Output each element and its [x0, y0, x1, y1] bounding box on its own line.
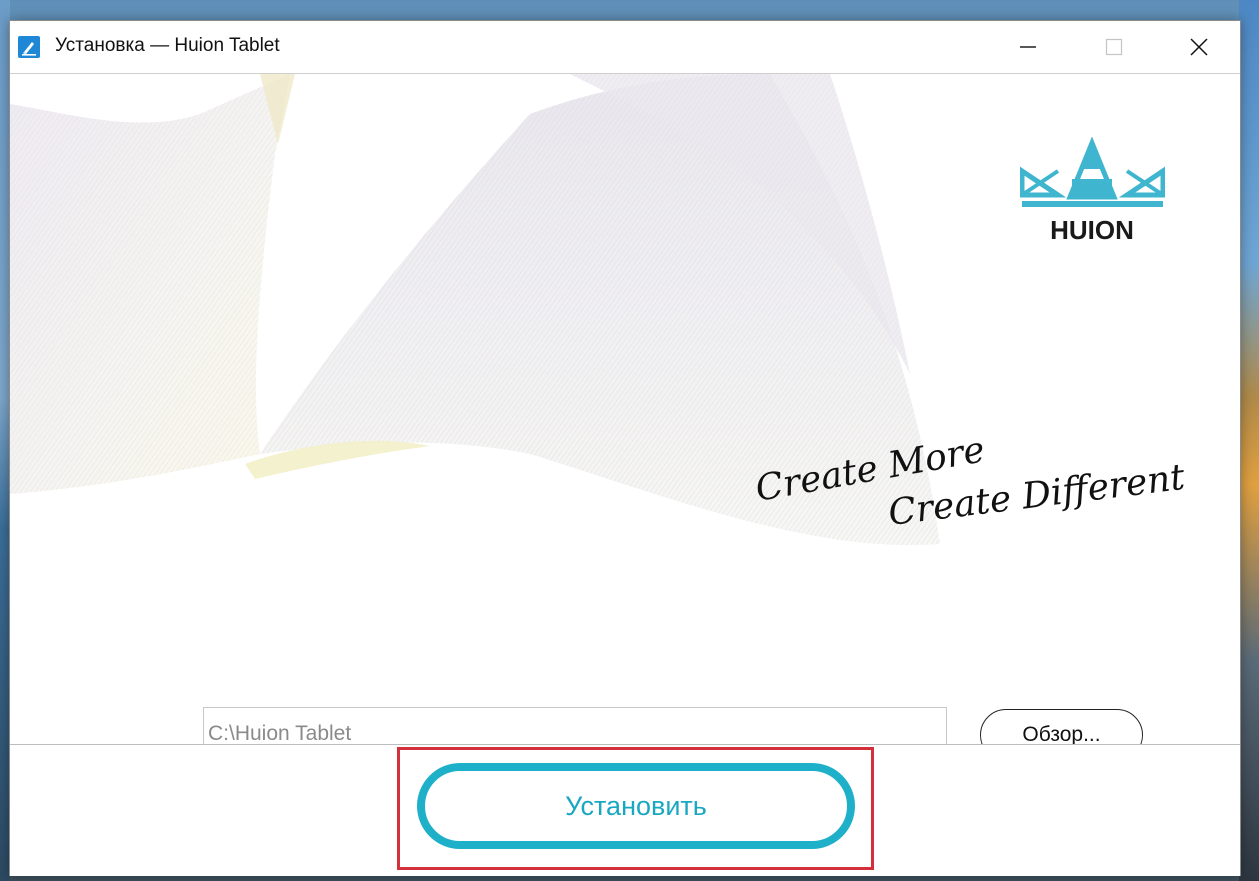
tagline-signature: Create More Create Different — [752, 429, 1187, 534]
app-pen-icon — [18, 36, 40, 58]
close-icon — [1190, 38, 1208, 56]
install-button-label: Установить — [565, 790, 707, 821]
title-bar[interactable]: Установка — Huion Tablet — [10, 21, 1240, 74]
maximize-button[interactable] — [1071, 21, 1157, 73]
install-path-input[interactable] — [203, 707, 947, 744]
installer-footer: Установить — [10, 744, 1240, 876]
installer-content: HUION Create More Create Different Обзор… — [10, 74, 1240, 744]
browse-button[interactable]: Обзор... — [980, 709, 1143, 744]
desktop-background-right — [1239, 0, 1259, 881]
minimize-button[interactable] — [985, 21, 1071, 73]
install-button[interactable]: Установить — [417, 763, 855, 849]
window-title: Установка — Huion Tablet — [55, 35, 280, 56]
browse-button-label: Обзор... — [1022, 723, 1101, 744]
maximize-icon — [1105, 38, 1123, 56]
minimize-icon — [1020, 46, 1036, 48]
close-button[interactable] — [1156, 21, 1242, 73]
huion-logo: HUION — [1020, 137, 1165, 245]
logo-text: HUION — [1050, 215, 1134, 245]
installer-window: Установка — Huion Tablet HUION Create Mo… — [9, 20, 1241, 876]
